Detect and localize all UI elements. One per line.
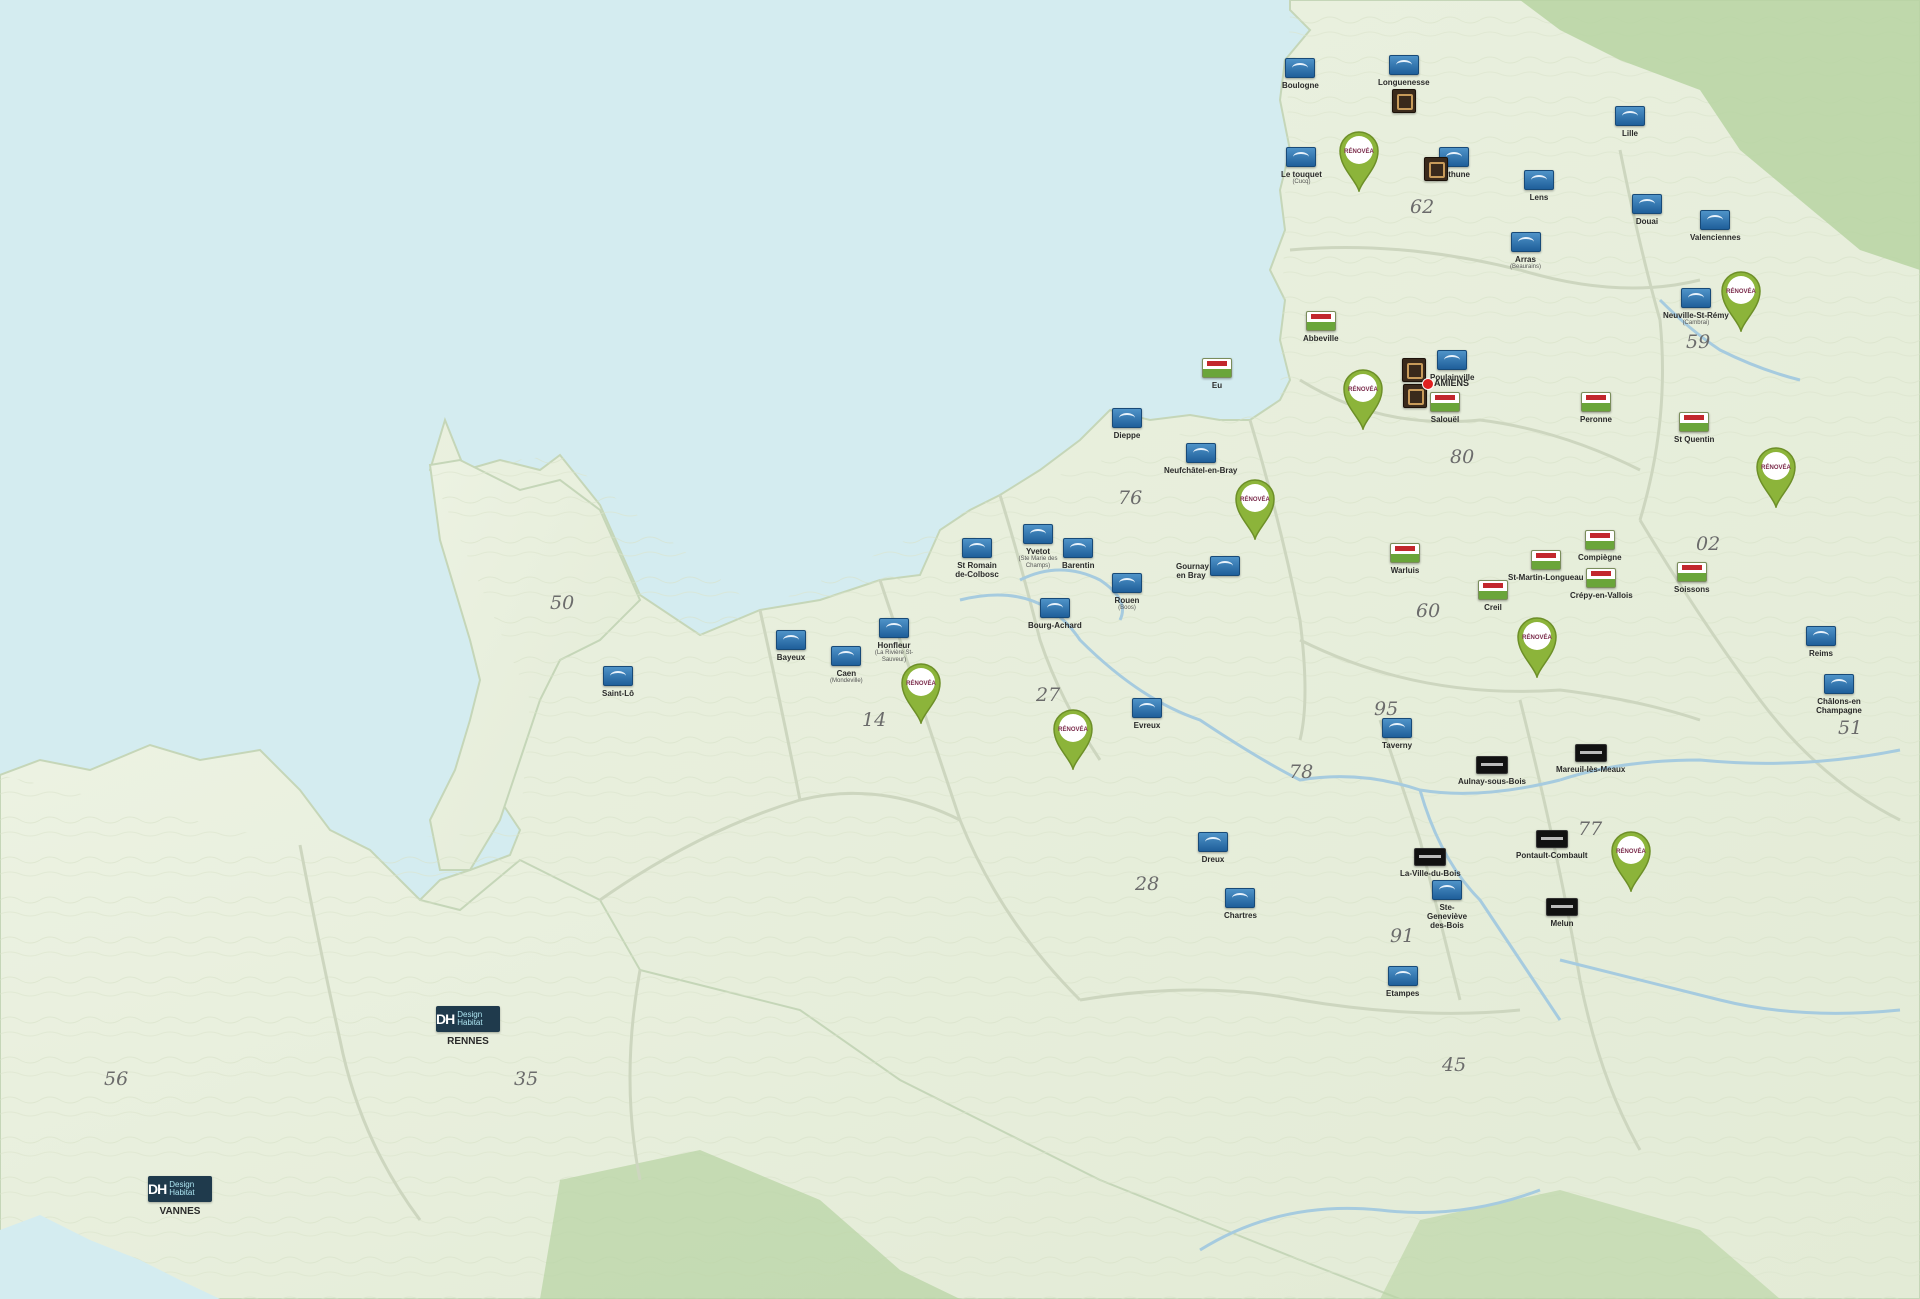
rennes-label: RENNES bbox=[447, 1036, 489, 1047]
design-habitat-logo-rennes[interactable]: DH Design Habitat bbox=[436, 1006, 500, 1032]
design-habitat-logo-vannes[interactable]: DH Design Habitat bbox=[148, 1176, 212, 1202]
vannes-label: VANNES bbox=[159, 1206, 201, 1217]
design-habitat-markers: DH Design Habitat RENNES DH Design Habit… bbox=[0, 0, 1920, 1299]
map-canvas[interactable]: 62 59 80 02 76 60 50 14 27 95 78 77 51 2… bbox=[0, 0, 1920, 1299]
